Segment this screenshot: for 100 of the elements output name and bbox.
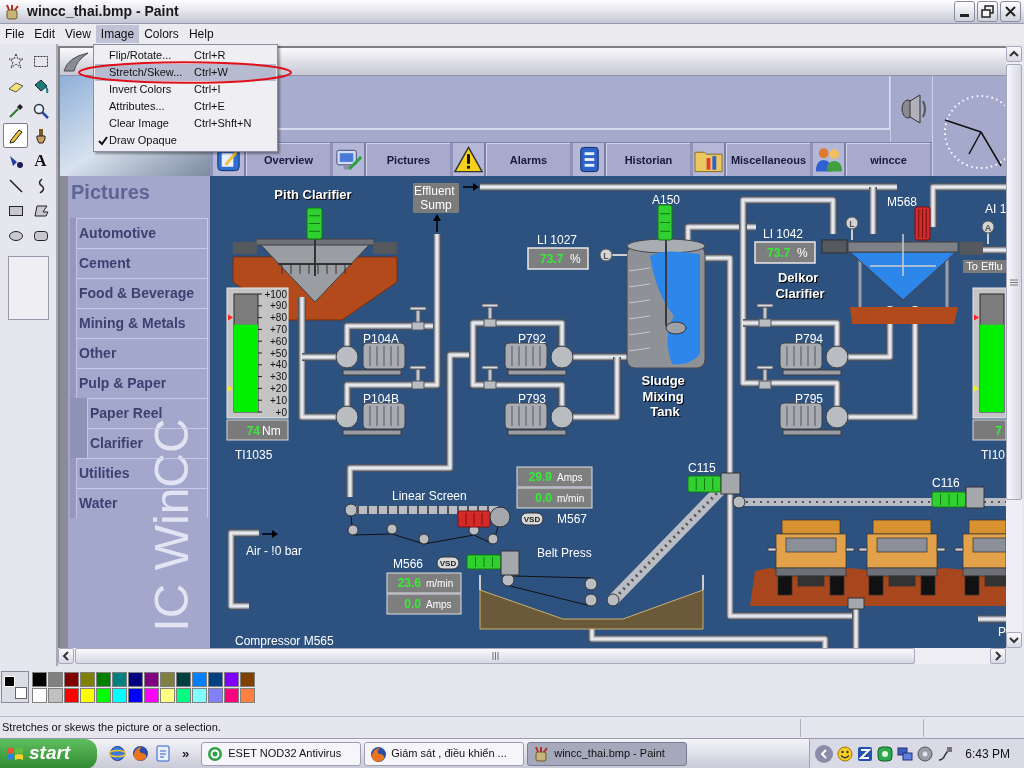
- taskbar-button[interactable]: ESET NOD32 Antivirus: [201, 741, 362, 766]
- sidebar-item[interactable]: Cement: [70, 248, 208, 278]
- color-swatch[interactable]: [64, 672, 79, 687]
- label-text: Air - !0 bar: [246, 544, 302, 558]
- color-swatch[interactable]: [208, 672, 223, 687]
- scale-label: +50: [270, 347, 287, 359]
- gearbox-icon: [489, 506, 511, 528]
- zigzag-icon[interactable]: [857, 745, 874, 762]
- color-swatch[interactable]: [112, 672, 127, 687]
- monitor-icon[interactable]: [897, 745, 914, 762]
- color-swatch[interactable]: [128, 688, 143, 703]
- color-swatch[interactable]: [96, 672, 111, 687]
- color-swatch[interactable]: [80, 688, 95, 703]
- minimize-button[interactable]: [954, 1, 975, 22]
- unit-text: %: [797, 246, 808, 260]
- cable-icon[interactable]: [937, 745, 954, 762]
- pencil-icon: [7, 127, 24, 144]
- color-swatch[interactable]: [80, 672, 95, 687]
- instrument-marker: L: [845, 216, 859, 230]
- sidebar-item[interactable]: Automotive: [70, 218, 208, 248]
- color-swatch[interactable]: [176, 672, 191, 687]
- color-swatch[interactable]: [64, 688, 79, 703]
- sidebar-item[interactable]: Other: [70, 338, 208, 368]
- valve-icon: [481, 365, 499, 390]
- window-title: wincc_thai.bmp - Paint: [27, 2, 179, 21]
- color-swatch[interactable]: [48, 688, 63, 703]
- tool-options-box: [7, 256, 49, 320]
- scroll-right-button[interactable]: [990, 648, 1006, 664]
- color-swatch[interactable]: [160, 672, 175, 687]
- document-icon[interactable]: [155, 745, 172, 762]
- color-swatch[interactable]: [208, 688, 223, 703]
- sidebar-item[interactable]: Mining & Metals: [70, 308, 208, 338]
- menu-item[interactable]: Help: [183, 25, 219, 43]
- taskbar-button[interactable]: wincc_thai.bmp - Paint: [527, 741, 688, 766]
- unit-text: m/min: [426, 578, 454, 589]
- nav-tab[interactable]: Historian: [573, 143, 690, 176]
- menu-item[interactable]: File: [0, 25, 30, 43]
- color-swatch[interactable]: [144, 672, 159, 687]
- tool-button[interactable]: [3, 123, 28, 148]
- color-swatch[interactable]: [160, 688, 175, 703]
- nav-tab[interactable]: Pictures: [333, 143, 450, 176]
- globe-icon[interactable]: [132, 745, 149, 762]
- color-swatch[interactable]: [224, 672, 239, 687]
- menu-item[interactable]: View: [60, 25, 96, 43]
- menu-item[interactable]: Invert Colors Ctrl+I: [95, 81, 276, 98]
- sidebar-item[interactable]: Food & Beverage: [70, 278, 208, 308]
- disc-icon[interactable]: [917, 745, 934, 762]
- color-swatch[interactable]: [112, 688, 127, 703]
- nav-tab[interactable]: wincce: [813, 143, 930, 176]
- label-text: C116: [932, 476, 960, 490]
- color-swatch[interactable]: [176, 688, 191, 703]
- more-button[interactable]: »: [182, 743, 190, 764]
- valve-icon: [409, 306, 427, 331]
- sidebar-item[interactable]: Pulp & Paper: [70, 368, 208, 398]
- scale-label: +10: [270, 394, 287, 406]
- menu-item[interactable]: Edit: [29, 25, 61, 43]
- color-swatch[interactable]: [96, 688, 111, 703]
- color-swatch[interactable]: [192, 688, 207, 703]
- label-text: P793: [518, 392, 547, 406]
- value-text: 29.9: [528, 470, 552, 484]
- scroll-left-button[interactable]: [58, 648, 74, 664]
- label-text: P104B: [363, 392, 400, 406]
- close-button[interactable]: [1000, 1, 1021, 22]
- tool-button[interactable]: A: [28, 148, 53, 173]
- color-swatch[interactable]: [32, 672, 47, 687]
- globe-icon[interactable]: [109, 745, 126, 762]
- brush-cup-icon: [533, 745, 550, 762]
- color-swatch[interactable]: [240, 672, 255, 687]
- menu-item[interactable]: Flip/Rotate... Ctrl+R: [95, 47, 276, 64]
- minimize-icon: [960, 14, 969, 17]
- color-swatch[interactable]: [144, 688, 159, 703]
- nav-tab[interactable]: Miscellaneous: [693, 143, 810, 176]
- smiley-icon[interactable]: [837, 745, 854, 762]
- scroll-up-button[interactable]: [1006, 46, 1022, 62]
- brush-cup-icon: [4, 3, 20, 20]
- caret-right-icon: [994, 651, 1002, 661]
- restore-icon: [981, 5, 994, 18]
- label-text: A150: [652, 193, 681, 207]
- menu-item[interactable]: Attributes... Ctrl+E: [95, 98, 276, 115]
- color-swatch[interactable]: [128, 672, 143, 687]
- scroll-down-button[interactable]: [1006, 632, 1022, 648]
- color-swatch[interactable]: [192, 672, 207, 687]
- menu-item[interactable]: Image: [95, 25, 140, 43]
- menu-item[interactable]: Clear Image Ctrl+Shft+N: [95, 115, 276, 132]
- label-text: AI 1: [985, 202, 1006, 216]
- junction-box: [847, 597, 865, 610]
- menu-item[interactable]: Colors: [139, 25, 184, 43]
- nav-tab[interactable]: Alarms: [453, 143, 570, 176]
- tag-text: TI1035: [235, 448, 273, 462]
- color-swatch[interactable]: [32, 688, 47, 703]
- caret-up-icon: [1009, 50, 1019, 58]
- taskbar-button[interactable]: Giám sát , điều khiển ...: [364, 741, 525, 766]
- color-swatch[interactable]: [48, 672, 63, 687]
- rounded-square-icon[interactable]: [877, 745, 894, 762]
- restore-button[interactable]: [977, 1, 998, 22]
- grip-icon: [491, 652, 499, 660]
- scrollbar-thumb[interactable]: [1006, 64, 1022, 500]
- color-swatch[interactable]: [240, 688, 255, 703]
- color-swatch[interactable]: [224, 688, 239, 703]
- label-text: M566: [393, 557, 424, 571]
